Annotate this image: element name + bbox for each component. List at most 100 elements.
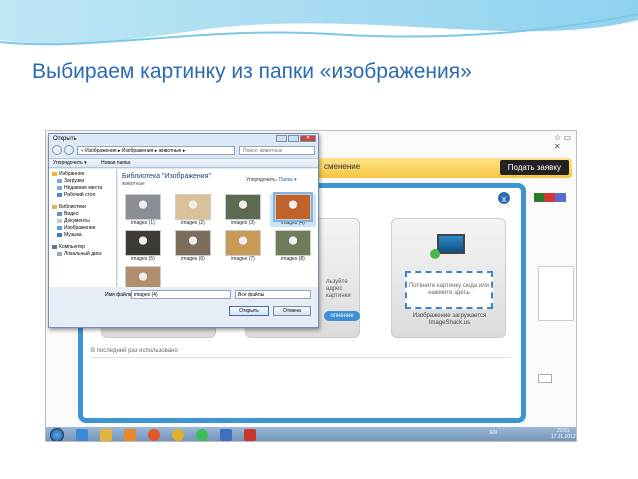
language-flags[interactable] [534,193,566,202]
presentation-icon[interactable] [244,429,256,441]
filename-label: Имя файла: [105,292,133,298]
app-icon[interactable] [196,429,208,441]
nav-item-downloads[interactable]: Загрузки [52,178,116,185]
cancel-button[interactable]: Отмена [273,306,311,316]
browser-window-icons[interactable]: ☆ ▭ ✕ [554,133,576,151]
window-controls: ✕ [276,135,316,142]
dialog-title: Открыть [53,136,77,142]
monitor-icon [437,234,465,254]
thumbnail-caption: images (1) [131,220,155,226]
star-icon [52,171,57,176]
language-indicator[interactable]: EN [490,430,497,436]
yellow-bar: сменение Подать заявку [316,158,572,178]
drop-zone[interactable]: Потяните картинку сюда или нажмите здесь [405,271,493,309]
small-input[interactable] [538,374,552,383]
close-icon[interactable]: x [497,191,511,205]
thumbnail-image [175,230,211,256]
library-icon [52,204,57,209]
search-input[interactable]: Поиск: животные [239,146,315,155]
word-icon[interactable] [220,429,232,441]
submit-request-button[interactable]: Подать заявку [499,160,569,175]
thumbnail-caption: images (7) [231,256,255,262]
imageshack-caption: Изображение загружается ImageShack.us [412,313,487,326]
library-subtitle: животные [122,181,145,187]
thumbnail-caption: images (3) [231,220,255,226]
nav-item-favorites[interactable]: Избранное [52,171,116,178]
address-bar[interactable]: « Изображения ▸ Изображения ▸ животные ▸ [77,146,235,155]
maximize-icon[interactable] [288,135,299,142]
nav-item-libraries[interactable]: Библиотеки [52,204,116,211]
date: 17.11.2012 [551,434,576,440]
image-icon [57,225,62,230]
thumbnail-item[interactable]: images (3) [220,194,266,227]
new-folder-button[interactable]: Новая папка [101,159,130,168]
media-icon[interactable] [124,429,136,441]
music-icon [57,232,62,237]
sort-label: Упорядочить: [246,177,278,183]
sort-value[interactable]: Папка ▾ [279,177,297,183]
navigation-pane: Избранное Загрузки Недавние места Рабочи… [49,169,117,287]
thumbnail-caption: images (6) [181,256,205,262]
computer-icon [52,244,57,249]
globe-icon [430,249,440,259]
thumbnail-item[interactable]: images (2) [170,194,216,227]
thumbnail-image [125,230,161,256]
file-open-dialog: Открыть ✕ « Изображения ▸ Изображения ▸ … [48,133,319,328]
thumbnail-caption: images (5) [131,256,155,262]
nav-item-video[interactable]: Видео [52,211,116,218]
upload-card-imageshack[interactable]: Потяните картинку сюда или нажмите здесь… [391,218,506,338]
nav-item-computer[interactable]: Компьютер [52,244,116,251]
screenshot-frame: ☆ ▭ ✕ сменение Подать заявку льзуйте адр… [45,130,577,442]
slide: Выбираем картинку из папки «изображения»… [0,0,638,479]
thumbnail-item[interactable]: images (8) [270,230,316,263]
open-button[interactable]: Открыть [229,306,269,316]
url-upload-button[interactable]: олнение [324,311,360,321]
thumbnail-image [225,230,261,256]
recent-label: В последний раз использовано [91,348,178,354]
file-list: Библиотека "Изображения" животные Упоряд… [118,169,318,292]
document-icon [57,218,62,223]
filename-bar: Имя файла: images (4) Все файлы Открыть … [49,287,318,327]
filename-input[interactable]: images (4) [131,290,231,299]
nav-item-documents[interactable]: Документы [52,218,116,225]
close-icon[interactable]: ✕ [300,135,316,142]
minimize-icon[interactable] [276,135,287,142]
file-type-select[interactable]: Все файлы [235,290,311,299]
desktop-icon [57,192,62,197]
drive-icon [57,251,62,256]
thumbnail-item[interactable]: images (5) [120,230,166,263]
sort-control[interactable]: Упорядочить: Папка ▾ [246,177,297,183]
thumbnail-image [225,194,261,220]
start-button[interactable] [50,428,64,441]
thumbnail-item[interactable]: images (6) [170,230,216,263]
firefox-icon[interactable] [148,429,160,441]
nav-item-recent[interactable]: Недавние места [52,185,116,192]
chrome-icon[interactable] [172,429,184,441]
nav-item-local-disk[interactable]: Локальный диск [52,251,116,258]
side-textarea[interactable] [538,266,574,321]
nav-item-desktop[interactable]: Рабочий стол [52,192,116,199]
thumbnail-image [273,192,313,222]
thumbnail-grid: images (1) images (2) images (3) images (4)… [120,192,318,299]
organize-menu[interactable]: Упорядочить ▾ [53,159,87,168]
slide-title: Выбираем картинку из папки «изображения» [32,60,472,83]
taskbar: EN 23:01 17.11.2012 [46,427,576,441]
ie-icon[interactable] [76,429,88,441]
video-icon [57,211,62,216]
thumbnail-item[interactable]: images (4) [270,192,316,227]
folder-icon [57,178,62,183]
thumbnail-image [125,194,161,220]
thumbnail-image [275,230,311,256]
nav-item-music[interactable]: Музыка [52,232,116,239]
thumbnail-caption: images (4) [281,220,305,226]
thumbnail-item[interactable]: images (1) [120,194,166,227]
nav-item-images[interactable]: Изображения [52,225,116,232]
thumbnail-image [175,194,211,220]
clock[interactable]: 23:01 17.11.2012 [551,428,576,440]
divider [91,357,511,358]
thumbnail-caption: images (2) [181,220,205,226]
forward-icon[interactable] [64,145,74,155]
thumbnail-item[interactable]: images (7) [220,230,266,263]
explorer-icon[interactable] [100,429,112,441]
back-icon[interactable] [52,145,62,155]
